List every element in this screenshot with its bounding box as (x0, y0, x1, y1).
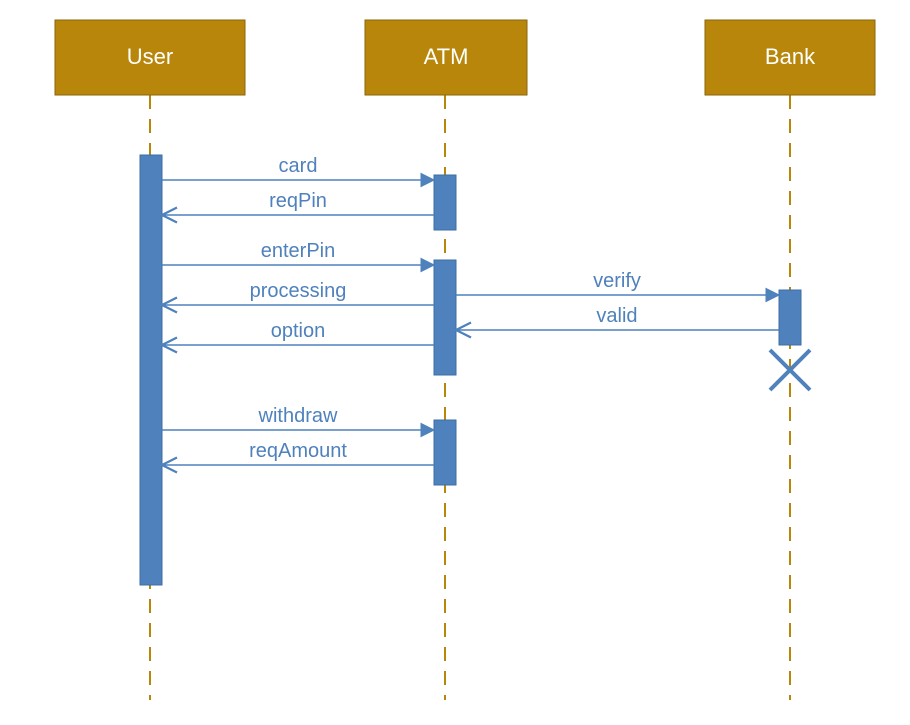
message-label-withdraw: withdraw (258, 405, 338, 427)
message-label-processing: processing (250, 280, 347, 302)
activation-atm-2 (434, 260, 456, 375)
lifeline-label-atm: ATM (424, 44, 469, 69)
message-label-reqPin: reqPin (269, 190, 327, 212)
message-label-valid: valid (596, 305, 637, 327)
lifeline-label-user: User (127, 44, 173, 69)
message-label-reqAmount: reqAmount (249, 440, 347, 462)
message-label-option: option (271, 320, 326, 342)
lifeline-header-bank: Bank (705, 20, 875, 95)
activation-atm-3 (434, 420, 456, 485)
lifeline-header-atm: ATM (365, 20, 527, 95)
activation-user (140, 155, 162, 585)
message-label-card: card (279, 155, 318, 177)
message-label-verify: verify (593, 270, 641, 292)
lifeline-header-user: User (55, 20, 245, 95)
lifeline-label-bank: Bank (765, 44, 816, 69)
message-label-enterPin: enterPin (261, 240, 336, 262)
activation-bank (779, 290, 801, 345)
activation-atm-1 (434, 175, 456, 230)
sequence-diagram: User ATM Bank card reqPin enterPin verif… (0, 0, 910, 725)
